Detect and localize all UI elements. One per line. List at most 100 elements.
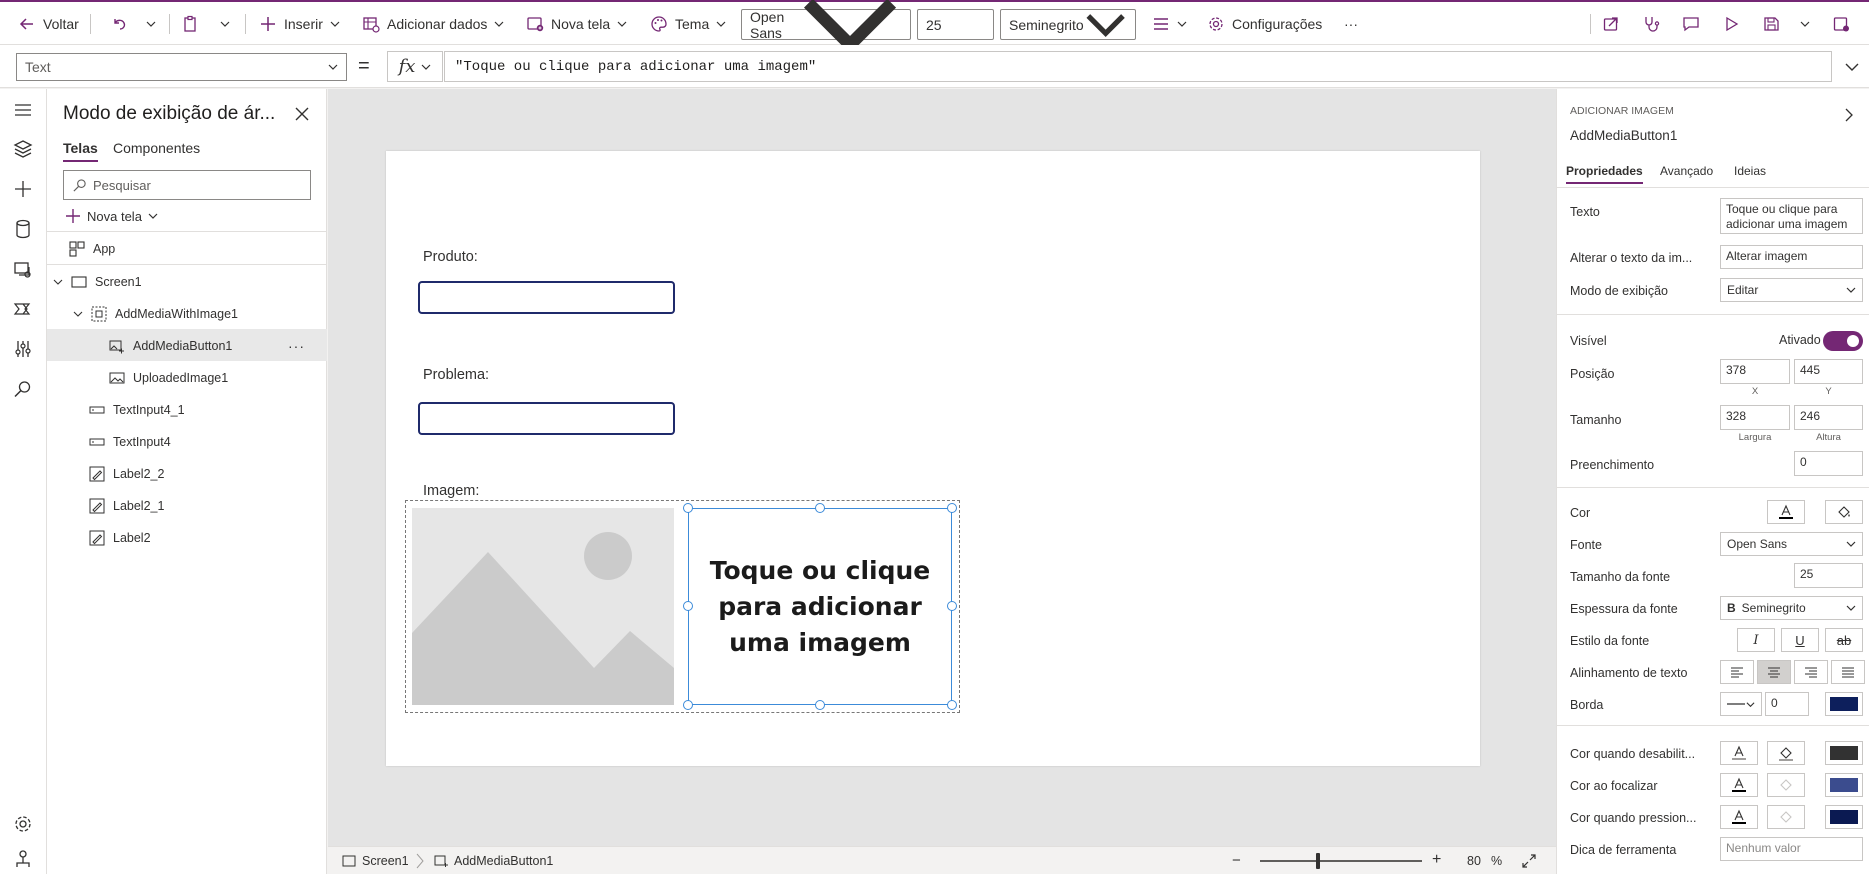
resize-handle[interactable] bbox=[947, 503, 957, 513]
tree-item-label2[interactable]: Label2 bbox=[47, 521, 327, 553]
undo-dropdown[interactable] bbox=[146, 12, 156, 36]
app-checker-button[interactable] bbox=[1642, 12, 1660, 36]
settings-button[interactable]: Configurações bbox=[1207, 12, 1322, 36]
uploaded-image[interactable] bbox=[412, 508, 674, 705]
resize-handle[interactable] bbox=[683, 700, 693, 710]
text-input-produto[interactable] bbox=[418, 281, 675, 314]
chevron-right-icon[interactable] bbox=[1843, 107, 1855, 123]
prop-fill-color-button[interactable] bbox=[1825, 500, 1863, 524]
prop-border-style-select[interactable] bbox=[1720, 692, 1762, 716]
resize-handle[interactable] bbox=[815, 503, 825, 513]
prop-display-mode-select[interactable]: Editar bbox=[1720, 278, 1863, 302]
theme-button[interactable]: Tema bbox=[650, 12, 726, 36]
align-right-button[interactable] bbox=[1794, 660, 1828, 684]
search-icon[interactable] bbox=[12, 378, 34, 400]
save-dropdown[interactable] bbox=[1800, 12, 1810, 36]
prop-visible-toggle[interactable] bbox=[1823, 331, 1863, 351]
plus-icon[interactable] bbox=[12, 178, 34, 200]
align-button[interactable] bbox=[1152, 12, 1187, 36]
add-media-button[interactable]: Toque ou clique para adicionar uma image… bbox=[688, 508, 952, 705]
prop-tooltip-input[interactable]: Nenhum valor bbox=[1720, 837, 1863, 861]
close-icon[interactable] bbox=[293, 105, 311, 123]
share-button[interactable] bbox=[1602, 12, 1620, 36]
prop-padding-input[interactable]: 0 bbox=[1794, 451, 1863, 476]
tree-item-label2-1[interactable]: Label2_1 bbox=[47, 489, 327, 521]
more-button[interactable]: ··· bbox=[1344, 12, 1358, 36]
property-select[interactable]: Text bbox=[16, 53, 347, 81]
tab-screens[interactable]: Telas bbox=[63, 140, 98, 162]
expand-formula-icon[interactable] bbox=[1845, 62, 1859, 72]
tree-item-screen1[interactable]: Screen1 bbox=[47, 265, 327, 297]
align-left-button[interactable] bbox=[1720, 660, 1754, 684]
tree-item-label2-2[interactable]: Label2_2 bbox=[47, 457, 327, 489]
fx-button[interactable]: fx bbox=[387, 51, 443, 82]
insert-button[interactable]: Inserir bbox=[259, 12, 340, 36]
prop-pos-x-input[interactable]: 378 bbox=[1720, 359, 1790, 384]
power-automate-icon[interactable] bbox=[12, 298, 34, 320]
italic-button[interactable]: I bbox=[1737, 628, 1775, 652]
tree-item-app[interactable]: App bbox=[47, 232, 327, 264]
resize-handle[interactable] bbox=[947, 700, 957, 710]
gear-icon[interactable] bbox=[12, 813, 34, 835]
control-name[interactable]: AddMediaButton1 bbox=[1570, 128, 1677, 143]
zoom-slider-thumb[interactable] bbox=[1316, 853, 1321, 869]
resize-handle[interactable] bbox=[683, 601, 693, 611]
new-screen-button[interactable]: Nova tela bbox=[526, 12, 627, 36]
disabled-fill-color-button[interactable] bbox=[1767, 741, 1805, 765]
undo-button[interactable] bbox=[110, 12, 128, 36]
save-button[interactable] bbox=[1762, 12, 1780, 36]
font-weight-select[interactable]: Seminegrito bbox=[1000, 9, 1136, 40]
label-imagem[interactable]: Imagem: bbox=[423, 483, 479, 499]
resize-handle[interactable] bbox=[815, 700, 825, 710]
prop-border-color-swatch[interactable] bbox=[1825, 692, 1863, 716]
zoom-slider[interactable] bbox=[1260, 860, 1422, 862]
disabled-border-color-swatch[interactable] bbox=[1825, 741, 1863, 765]
pressed-border-color-swatch[interactable] bbox=[1825, 805, 1863, 829]
label-produto[interactable]: Produto: bbox=[423, 249, 478, 265]
tree-item-more-button[interactable]: ··· bbox=[288, 338, 305, 354]
preview-button[interactable] bbox=[1722, 12, 1740, 36]
font-size-input[interactable]: 25 bbox=[917, 9, 994, 40]
disabled-text-color-button[interactable] bbox=[1720, 741, 1758, 765]
tab-components[interactable]: Componentes bbox=[113, 140, 200, 156]
hamburger-icon[interactable] bbox=[12, 99, 34, 121]
prop-pos-y-input[interactable]: 445 bbox=[1794, 359, 1863, 384]
resize-handle[interactable] bbox=[947, 601, 957, 611]
tab-advanced[interactable]: Avançado bbox=[1660, 164, 1713, 178]
tree-item-textinput4[interactable]: TextInput4 bbox=[47, 425, 327, 457]
zoom-out-button[interactable]: − bbox=[1232, 852, 1241, 869]
label-problema[interactable]: Problema: bbox=[423, 367, 489, 383]
media-icon[interactable] bbox=[12, 258, 34, 280]
text-input-problema[interactable] bbox=[418, 402, 675, 435]
paste-dropdown[interactable] bbox=[220, 12, 230, 36]
tree-search-input[interactable]: Pesquisar bbox=[63, 170, 311, 200]
publish-button[interactable] bbox=[1832, 12, 1850, 36]
fit-to-window-icon[interactable] bbox=[1521, 853, 1537, 869]
prop-text-input[interactable]: Toque ou clique para adicionar uma image… bbox=[1720, 198, 1863, 234]
prop-height-input[interactable]: 246 bbox=[1794, 405, 1863, 430]
tab-properties[interactable]: Propriedades bbox=[1566, 164, 1643, 184]
align-center-button[interactable] bbox=[1757, 660, 1791, 684]
prop-change-text-input[interactable]: Alterar imagem bbox=[1720, 245, 1863, 269]
back-button[interactable]: Voltar bbox=[18, 12, 79, 36]
breadcrumb-control[interactable]: AddMediaButton1 bbox=[434, 854, 553, 868]
pressed-fill-color-button[interactable] bbox=[1767, 805, 1805, 829]
prop-font-size-input[interactable]: 25 bbox=[1794, 563, 1863, 588]
strikethrough-button[interactable]: ab bbox=[1825, 628, 1863, 652]
formula-input[interactable]: "Toque ou clique para adicionar uma imag… bbox=[444, 51, 1832, 82]
prop-border-width-input[interactable]: 0 bbox=[1765, 692, 1809, 716]
tree-item-uploadedimage1[interactable]: UploadedImage1 bbox=[47, 361, 327, 393]
hover-text-color-button[interactable] bbox=[1720, 773, 1758, 797]
variables-icon[interactable] bbox=[12, 338, 34, 360]
resize-handle[interactable] bbox=[683, 503, 693, 513]
virtual-agent-icon[interactable] bbox=[12, 848, 34, 870]
prop-font-weight-select[interactable]: B Seminegrito bbox=[1720, 596, 1863, 620]
database-icon[interactable] bbox=[12, 218, 34, 240]
prop-width-input[interactable]: 328 bbox=[1720, 405, 1790, 430]
comments-button[interactable] bbox=[1682, 12, 1700, 36]
paste-button[interactable] bbox=[181, 12, 199, 36]
font-family-select[interactable]: Open Sans bbox=[741, 0, 911, 55]
tab-ideas[interactable]: Ideias bbox=[1734, 164, 1766, 178]
app-screen[interactable]: Produto: Problema: Imagem: Toque ou cliq… bbox=[386, 151, 1480, 766]
hover-fill-color-button[interactable] bbox=[1767, 773, 1805, 797]
